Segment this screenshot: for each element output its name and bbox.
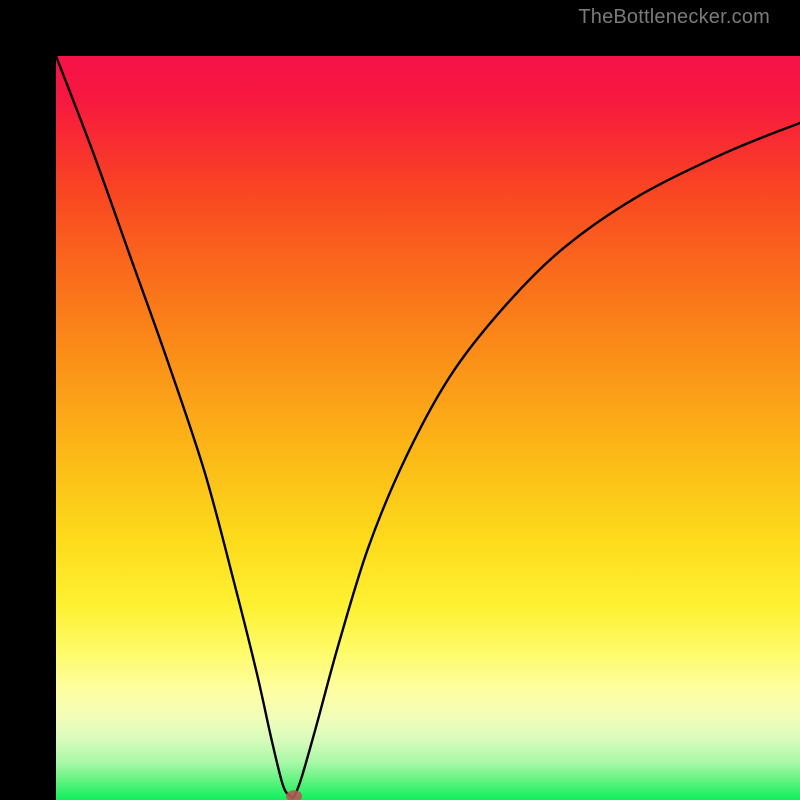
plot-area [56,56,800,800]
watermark: TheBottlenecker.com [578,6,770,29]
curve-layer [56,56,800,800]
chart-frame [0,0,800,800]
bottleneck-curve [56,56,800,798]
minimum-marker [286,790,302,800]
